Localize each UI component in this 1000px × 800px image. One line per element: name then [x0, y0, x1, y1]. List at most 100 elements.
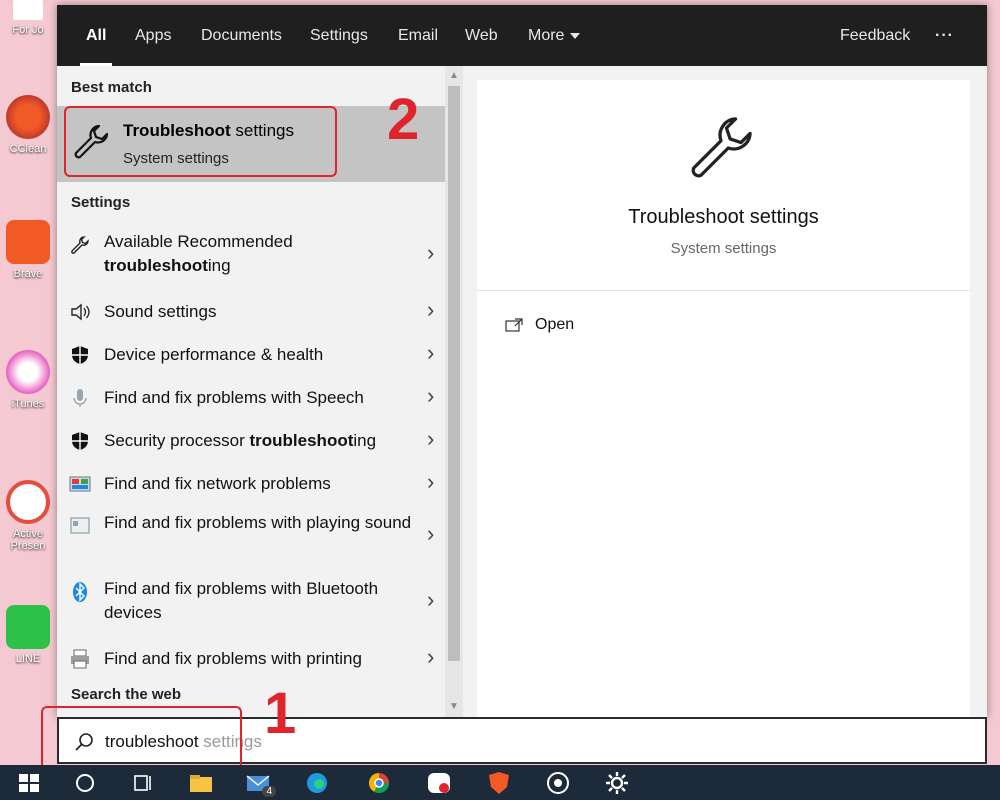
open-external-icon	[505, 318, 523, 332]
list-item[interactable]: Find and fix problems with printing ›	[57, 641, 445, 677]
chrome-icon[interactable]	[364, 769, 394, 797]
tab-web[interactable]: Web	[465, 5, 498, 66]
bluetooth-icon	[73, 582, 87, 602]
tab-more[interactable]: More	[528, 5, 581, 66]
desktop-icon-label: For Jo	[12, 24, 44, 36]
wrench-icon	[71, 236, 89, 254]
list-item-text: Device performance & health	[104, 345, 324, 364]
annotation-box-step1	[41, 706, 242, 770]
shield-icon	[72, 346, 88, 364]
annotation-step1: 1	[264, 681, 297, 746]
list-item[interactable]: Find and fix problems with playing sound…	[57, 509, 445, 569]
mail-icon[interactable]: 4	[244, 769, 276, 797]
text-pre: Security processor	[104, 431, 250, 450]
taskbar: 4	[0, 765, 1000, 800]
chevron-down-icon	[570, 32, 581, 39]
zalo-icon[interactable]	[424, 769, 454, 797]
list-item[interactable]: Available Recommended troubleshooting ›	[57, 228, 445, 288]
list-item[interactable]: Find and fix problems with Bluetooth dev…	[57, 575, 445, 635]
list-item-text: Security processor troubleshooting	[104, 429, 414, 453]
line-icon	[6, 605, 50, 649]
ccleaner-icon	[6, 95, 50, 139]
settings-gear-icon[interactable]	[602, 769, 632, 797]
tab-settings[interactable]: Settings	[310, 5, 368, 66]
edge-icon[interactable]	[302, 769, 332, 797]
list-item-text: Find and fix problems with printing	[104, 649, 362, 668]
chevron-right-icon: ›	[427, 297, 435, 322]
list-item-text: Sound settings	[104, 302, 217, 321]
best-match-heading: Best match	[71, 79, 152, 96]
file-explorer-icon[interactable]	[186, 769, 216, 797]
windows-start-icon[interactable]	[14, 769, 44, 797]
list-item-text: Find and fix network problems	[104, 474, 331, 493]
list-item-text: Find and fix problems with Speech	[104, 388, 364, 407]
settings-heading: Settings	[71, 194, 131, 211]
document-icon	[13, 0, 43, 20]
results-scrollbar[interactable]: ▲ ▼	[445, 66, 463, 717]
more-options-button[interactable]: ···	[935, 5, 954, 66]
detail-subtitle: System settings	[670, 240, 777, 257]
printer-icon	[71, 649, 89, 669]
list-item-text: Find and fix problems with Bluetooth dev…	[104, 579, 379, 622]
task-view-icon[interactable]	[128, 769, 158, 797]
search-tabs: All Apps Documents Settings Email Web Mo…	[57, 5, 987, 66]
desktop-icon-itunes[interactable]: iTunes	[0, 350, 56, 410]
desktop-icon-label: CClean	[9, 143, 47, 155]
tab-email[interactable]: Email	[398, 5, 438, 66]
desktop-icon-label: LINE	[15, 653, 41, 665]
search-web-heading: Search the web	[71, 686, 182, 703]
desktop-icon-ccleaner[interactable]: CClean	[0, 95, 56, 155]
itunes-icon	[6, 350, 50, 394]
open-button[interactable]: Open	[505, 316, 574, 334]
tab-more-label: More	[528, 27, 565, 44]
desktop-icon-activepresenter[interactable]: Active Presen	[0, 480, 56, 552]
detail-pane: Troubleshoot settings System settings Op…	[477, 80, 970, 717]
annotation-box-step2	[64, 106, 337, 177]
list-item[interactable]: Find and fix problems with Speech ›	[57, 380, 445, 416]
desktop-icon-label: Brave	[13, 268, 43, 280]
recorder-icon[interactable]	[543, 769, 573, 797]
brave-icon	[6, 220, 50, 264]
shield-icon	[72, 432, 88, 450]
speaker-icon	[71, 303, 90, 321]
chevron-right-icon: ›	[427, 521, 435, 546]
list-item[interactable]: Find and fix network problems ›	[57, 466, 445, 502]
detail-card: Troubleshoot settings System settings	[477, 80, 970, 291]
text-bold: troubleshoot	[249, 431, 354, 450]
desktop-icon-label: Active Presen	[10, 528, 46, 552]
network-icon	[69, 476, 91, 492]
list-item-text: Available Recommended troubleshooting	[104, 230, 414, 278]
detail-title: Troubleshoot settings	[628, 206, 819, 228]
scroll-up-icon[interactable]: ▲	[448, 70, 460, 82]
chevron-right-icon: ›	[427, 644, 435, 669]
scrollbar-thumb[interactable]	[448, 86, 460, 661]
list-item[interactable]: Sound settings ›	[57, 294, 445, 330]
tab-apps[interactable]: Apps	[135, 5, 171, 66]
open-label: Open	[535, 316, 575, 333]
desktop-icon-brave[interactable]: Brave	[0, 220, 56, 280]
desktop-icon-line[interactable]: LINE	[0, 605, 56, 665]
microphone-icon	[73, 389, 87, 407]
activepresenter-icon	[6, 480, 50, 524]
wrench-icon	[691, 117, 752, 178]
list-item[interactable]: Security processor troubleshooting ›	[57, 423, 445, 459]
audio-window-icon	[70, 517, 90, 534]
text-pre: Available Recommended	[104, 232, 293, 251]
chevron-right-icon: ›	[427, 469, 435, 494]
tab-all[interactable]: All	[79, 5, 114, 66]
cortana-icon[interactable]	[70, 769, 100, 797]
text-post: ing	[353, 431, 377, 450]
annotation-step2: 2	[387, 87, 420, 152]
text-post: ing	[207, 256, 231, 275]
scroll-down-icon[interactable]: ▼	[448, 701, 460, 713]
chevron-right-icon: ›	[427, 340, 435, 365]
chevron-right-icon: ›	[427, 240, 435, 265]
feedback-button[interactable]: Feedback	[840, 5, 910, 66]
chevron-right-icon: ›	[427, 426, 435, 451]
text-bold: troubleshoot	[104, 256, 208, 275]
mail-badge: 4	[262, 786, 276, 797]
list-item[interactable]: Device performance & health ›	[57, 337, 445, 373]
brave-browser-icon[interactable]	[484, 769, 514, 797]
tab-documents[interactable]: Documents	[201, 5, 282, 66]
desktop-icon-forjo[interactable]: For Jo	[0, 0, 56, 36]
